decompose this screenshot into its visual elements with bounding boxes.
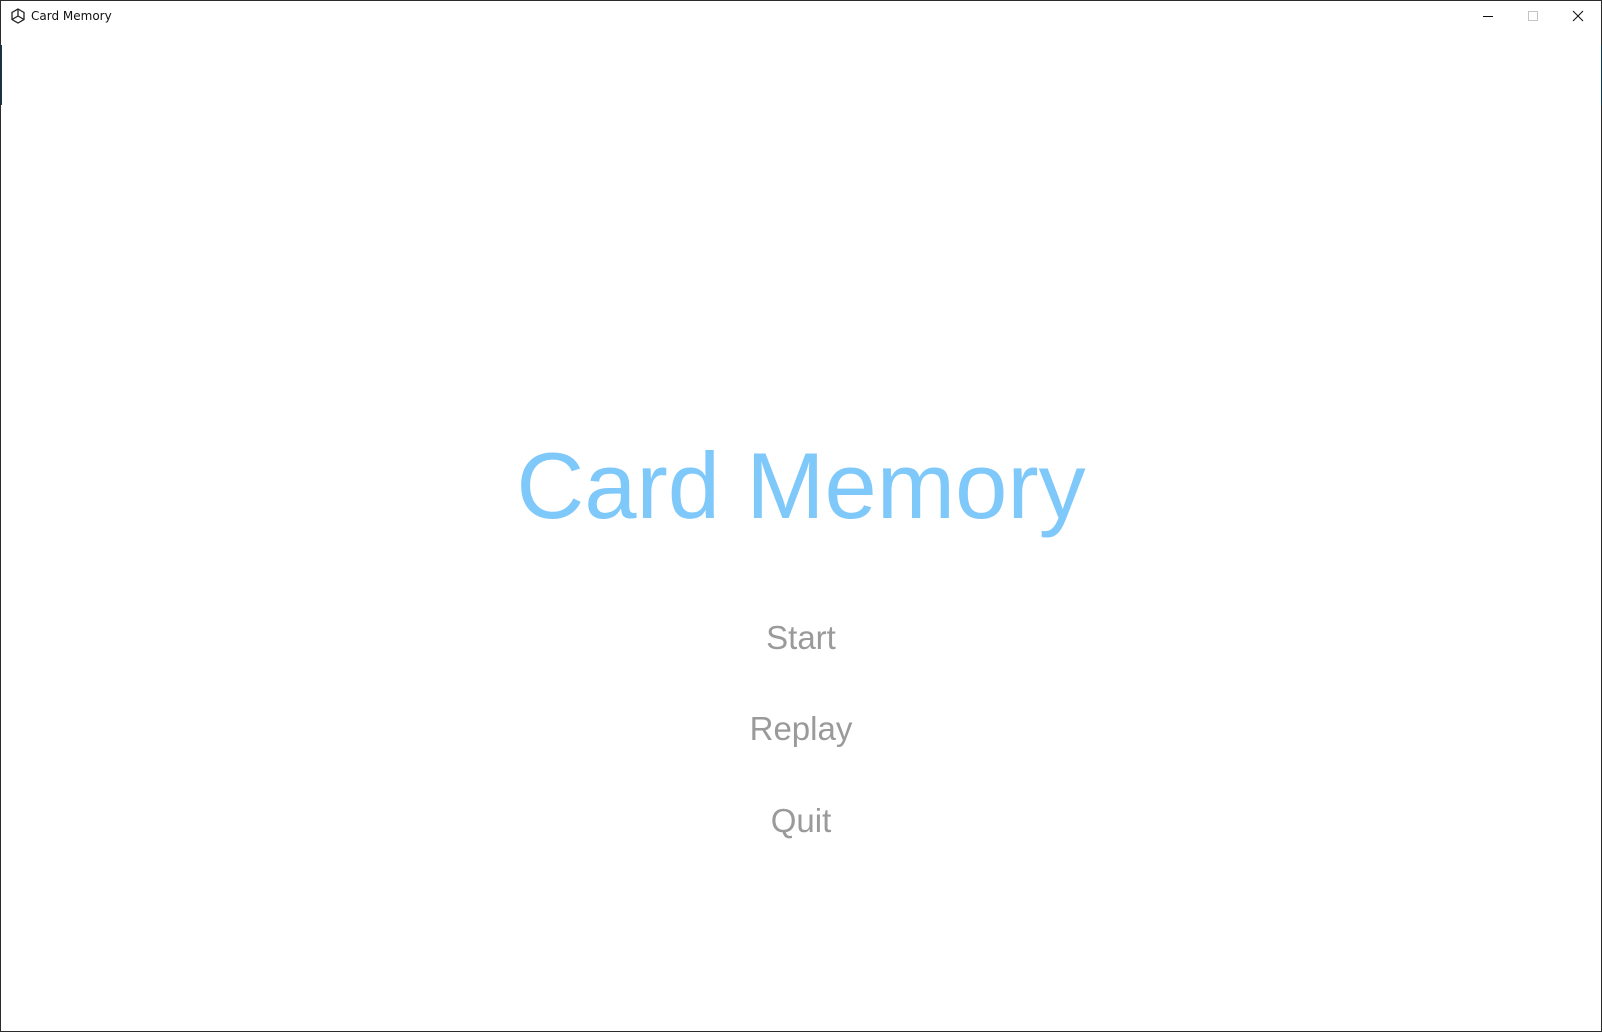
minimize-icon	[1483, 16, 1493, 17]
unity-icon	[10, 8, 26, 24]
quit-button[interactable]: Quit	[651, 795, 951, 847]
close-icon	[1572, 10, 1584, 22]
game-title: Card Memory	[516, 433, 1086, 538]
maximize-button[interactable]	[1510, 1, 1556, 31]
window-title: Card Memory	[31, 9, 112, 23]
maximize-icon	[1528, 11, 1538, 21]
title-bar[interactable]: Card Memory	[1, 1, 1601, 31]
left-edge-accent	[1, 45, 2, 105]
close-button[interactable]	[1555, 1, 1601, 31]
minimize-button[interactable]	[1465, 1, 1511, 31]
replay-button[interactable]: Replay	[651, 703, 951, 755]
start-button[interactable]: Start	[651, 612, 951, 664]
app-window: Card Memory Card Memory Start Replay Qui…	[0, 0, 1602, 1032]
